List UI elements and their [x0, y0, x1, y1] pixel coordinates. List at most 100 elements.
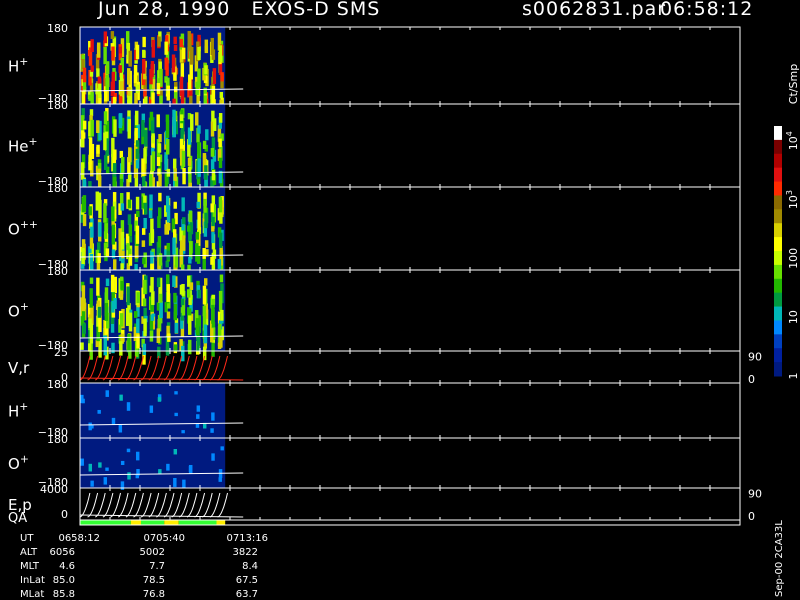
spectrogram-cell: [105, 278, 110, 287]
info-value: 0658:12: [58, 533, 100, 544]
spectrogram-cell: [202, 140, 207, 149]
spectrogram-cell: [210, 256, 214, 265]
spectrogram-cell: [179, 114, 184, 122]
spectrogram-cell: [142, 176, 146, 187]
colorbar-tick: 100: [787, 248, 800, 269]
qa-segment: [178, 520, 217, 525]
spectrogram-cell: [150, 314, 155, 321]
spectrogram-cell: [210, 328, 214, 343]
spectrogram-cell: [105, 74, 109, 91]
spectrogram-cell: [202, 346, 207, 361]
spectrogram-cell: [96, 144, 100, 154]
spectrogram-cell: [203, 278, 208, 286]
panel-label: He+: [8, 135, 38, 156]
spectrogram-cell: [149, 330, 154, 342]
spectrogram-cell: [211, 170, 216, 181]
spectrogram-cell: [88, 94, 92, 101]
spectrogram-cell: [220, 446, 224, 451]
colorbar-cell: [774, 209, 782, 224]
spectrogram-cell: [80, 458, 84, 466]
y-min-label: 0: [61, 508, 68, 521]
spectrogram-cell: [103, 477, 108, 485]
spectrogram-cell: [97, 409, 101, 414]
spectrogram-cell: [173, 477, 177, 487]
spectrogram-cell: [119, 290, 124, 298]
spectrogram-cell: [95, 191, 100, 211]
spectrogram-cell: [204, 240, 209, 248]
y-max-label: 180: [47, 22, 68, 35]
spectrogram-cell: [150, 60, 155, 70]
qa-bar: QA: [8, 511, 741, 526]
spectrogram-cell: [136, 334, 140, 349]
qa-label: QA: [8, 511, 27, 526]
spectrogram-cell: [90, 226, 94, 238]
info-row-name: MLT: [20, 561, 40, 572]
spectrogram-cell: [211, 216, 215, 227]
spectrogram-cell: [119, 394, 123, 401]
spectrogram-cell: [166, 85, 170, 101]
spectrogram-cell: [103, 335, 107, 356]
spectrogram-cell: [218, 138, 222, 148]
spectrogram-cell: [196, 414, 200, 419]
spectrogram-cell: [127, 199, 132, 209]
spectrogram-cell: [173, 168, 177, 181]
spectrogram-cell: [211, 304, 215, 324]
spectrogram-cell: [81, 90, 86, 106]
spectrogram-cell: [157, 36, 161, 47]
spectrogram-cell: [211, 453, 215, 461]
spectrogram-cell: [202, 248, 206, 259]
spectrogram-cell: [211, 232, 215, 244]
spectrogram-cell: [165, 120, 170, 138]
spectrogram-cell: [164, 152, 168, 170]
spectrogram-cell: [97, 253, 101, 263]
spectrogram-cell: [143, 195, 147, 203]
spectrogram-cell: [87, 343, 92, 352]
spectrogram-cell: [105, 467, 109, 471]
spectrogram-cell: [88, 463, 93, 472]
spectrogram-cell: [111, 46, 115, 61]
spectrogram-cell: [89, 323, 94, 344]
spectrogram-cell: [159, 293, 163, 303]
spectrogram-cell: [142, 257, 146, 265]
colorbar-tick: 103: [785, 190, 800, 209]
right-max-label: 90: [748, 488, 762, 501]
spectrogram-cell: [81, 285, 86, 304]
spectrogram-cell: [133, 64, 138, 84]
spectrogram-cell: [118, 65, 122, 73]
spectrogram-cell: [158, 253, 163, 266]
spectrogram-cell: [128, 312, 133, 332]
panel-label: H+: [8, 55, 28, 76]
spectrogram-cell: [126, 402, 131, 411]
spectrogram-cell: [204, 212, 208, 229]
spectrogram-cell: [126, 448, 131, 453]
spectrogram-cell: [179, 240, 184, 250]
spectrogram-cell: [135, 44, 140, 60]
spectrogram-cell: [127, 472, 131, 480]
spectrogram-cell: [104, 302, 109, 321]
spectrogram-cell: [217, 259, 222, 269]
spectrogram-cell: [97, 168, 102, 181]
spectrogram-cell: [120, 203, 125, 211]
spectrogram-cell: [151, 151, 156, 172]
spectrogram-cell: [218, 232, 223, 248]
spectrogram-cell: [142, 343, 147, 355]
spectrogram-cell: [197, 46, 201, 61]
spectrogram-cell: [164, 41, 168, 55]
info-value: 5002: [140, 547, 165, 558]
panel-label: O++: [8, 218, 38, 239]
spectrogram-cell: [110, 274, 115, 293]
spectrogram-cell: [157, 143, 162, 153]
right-max-label: 90: [748, 351, 762, 364]
spectrogram-cell: [82, 323, 86, 334]
colorbar-unit: Ct/Smp: [787, 64, 800, 104]
spectrogram-cell: [110, 81, 115, 96]
spectrogram-cell: [149, 111, 154, 121]
y-max-label: 25: [54, 346, 68, 359]
spectrogram-cell: [218, 113, 223, 123]
spectrogram-cell: [220, 309, 224, 321]
info-row-name: InLat: [20, 575, 45, 586]
spectrogram-cell: [96, 277, 100, 296]
spectrogram-cell: [158, 174, 162, 187]
spectrogram-cell: [166, 463, 170, 471]
spectrogram-cell: [195, 243, 199, 262]
